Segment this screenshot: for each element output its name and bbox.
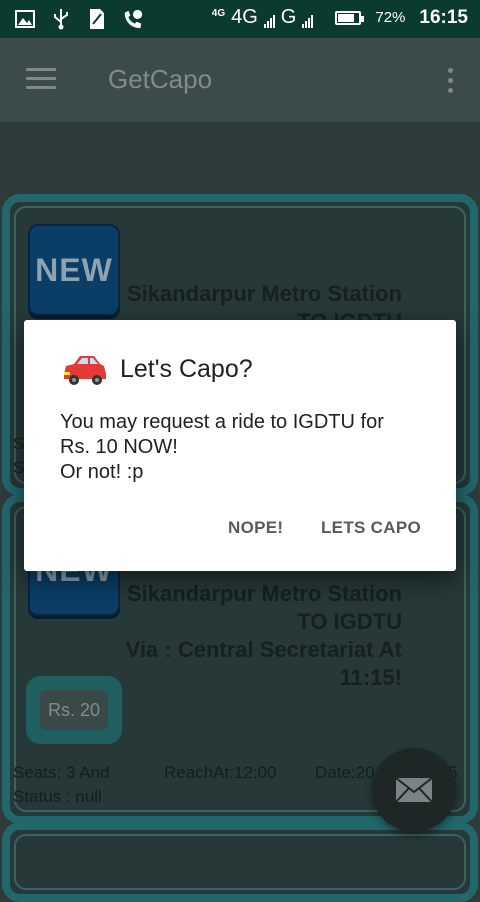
car-icon [64, 356, 106, 385]
app-title: GetCapo [108, 64, 213, 94]
battery-icon [335, 10, 365, 25]
sim-icon [86, 8, 108, 30]
usb-icon [50, 8, 72, 30]
signal-icon-2 [302, 14, 314, 28]
new-badge: NEW [28, 224, 120, 316]
ride-route: Sikandarpur Metro Station TO IGDTU Via :… [126, 580, 402, 692]
signal-icon [263, 14, 275, 28]
network-type: 4G [231, 6, 258, 28]
status-label: S [13, 458, 25, 477]
dialog-title: Let's Capo? [120, 354, 253, 383]
ride-via: Via : Central Secretariat At [125, 637, 402, 662]
ride-time: 11:15! [339, 665, 402, 690]
capo-dialog: Let's Capo? You may request a ride to IG… [24, 320, 456, 571]
mail-icon [395, 777, 433, 803]
reach-label: ReachAt:12:00 [164, 763, 277, 782]
lets-capo-button[interactable]: LETS CAPO [321, 518, 421, 538]
overflow-menu-icon[interactable] [448, 68, 454, 98]
seats-label: S [13, 434, 25, 453]
network-type-g: G [280, 6, 297, 28]
dialog-message-line: You may request a ride to IGDTU for [60, 411, 384, 433]
price-label: Rs. 20 [40, 690, 108, 730]
message-fab[interactable] [372, 748, 456, 832]
clock: 16:15 [419, 6, 468, 28]
ride-from: Sikandarpur Metro Station [126, 281, 402, 306]
network-type-small: 4G [211, 8, 226, 19]
dialog-message-line: Rs. 10 NOW! [60, 436, 178, 458]
app-toolbar: GetCapo [0, 38, 480, 122]
date-label: Date:20 [315, 763, 375, 782]
status-label: Status : null [13, 787, 102, 806]
ride-to: TO IGDTU [297, 609, 402, 634]
gallery-icon [14, 8, 36, 30]
dialog-message-line: Or not! :p [60, 461, 144, 483]
nope-button[interactable]: NOPE! [228, 518, 283, 538]
wifi-call-icon [122, 8, 144, 30]
seats-label: Seats: 3 And [13, 763, 110, 782]
battery-percent: 72% [375, 9, 406, 26]
ride-from: Sikandarpur Metro Station [126, 581, 402, 606]
hamburger-menu-icon[interactable] [26, 68, 56, 90]
status-bar: 4G 4G G 72% 16:15 [0, 0, 480, 38]
dialog-message: You may request a ride to IGDTU for Rs. … [60, 410, 430, 485]
ride-card[interactable] [2, 822, 478, 902]
price-chip[interactable]: Rs. 20 [26, 676, 122, 744]
